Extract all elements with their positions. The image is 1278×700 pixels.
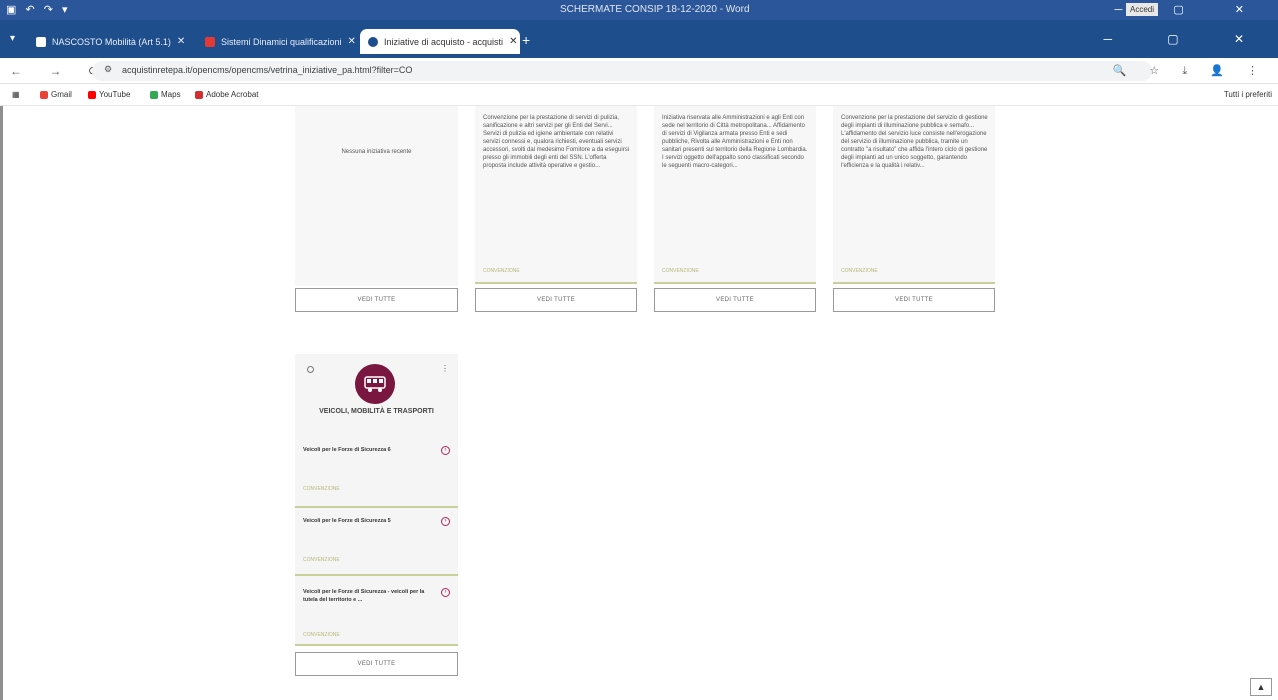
scroll-top-icon[interactable]: ▲: [1250, 678, 1272, 696]
vedi-tutte-button[interactable]: VEDI TUTTE: [295, 288, 458, 312]
card-type-link[interactable]: CONVENZIONE: [662, 268, 699, 274]
chevron-right-icon[interactable]: ›: [441, 446, 450, 455]
tab-label: Sistemi Dinamici qualificazioni: [221, 36, 342, 47]
initiative-card[interactable]: Convenzione per la prestazione del servi…: [833, 106, 995, 284]
browser-window-controls[interactable]: ─ ▢ ✕: [1103, 32, 1270, 46]
initiative-card-empty: Nessuna iniziativa recente: [295, 106, 458, 286]
card-description: Iniziativa riservata alle Amministrazion…: [662, 115, 808, 169]
item-type-link[interactable]: CONVENZIONE: [303, 632, 340, 638]
bookmark-gmail[interactable]: Gmail: [40, 90, 72, 99]
bus-icon-svg: [364, 376, 386, 392]
card-divider: [654, 282, 816, 284]
tab-search-icon[interactable]: ▾: [10, 33, 15, 44]
vedi-tutte-button[interactable]: VEDI TUTTE: [654, 288, 816, 312]
card-divider: [475, 282, 637, 284]
toolbar-icons[interactable]: 🔍 ☆ ⤓ 👤 ⋮: [1113, 64, 1268, 78]
item-type-link[interactable]: CONVENZIONE: [303, 486, 340, 492]
initiative-card[interactable]: Iniziativa riservata alle Amministrazion…: [654, 106, 816, 284]
word-title-bar: ▣ ↶ ↷ ▾ SCHERMATE CONSIP 18-12-2020 - Wo…: [0, 0, 1278, 20]
category-card-veicoli: ⋮ VEICOLI, MOBILITÀ E TRASPORTI Veicoli …: [295, 354, 458, 644]
bookmark-maps[interactable]: Maps: [150, 90, 181, 99]
initiative-card[interactable]: Convenzione per la prestazione di serviz…: [475, 106, 637, 284]
tab-favicon-icon: [368, 36, 378, 47]
card-type-link[interactable]: CONVENZIONE: [483, 268, 520, 274]
vedi-tutte-button[interactable]: VEDI TUTTE: [295, 652, 458, 676]
bookmark-acrobat[interactable]: Adobe Acrobat: [195, 90, 258, 99]
vedi-tutte-button[interactable]: VEDI TUTTE: [475, 288, 637, 312]
tab-iniziative-acquisto[interactable]: Iniziative di acquisto - acquisti ✕: [360, 29, 520, 54]
category-title: VEICOLI, MOBILITÀ E TRASPORTI: [319, 408, 434, 415]
word-window-controls[interactable]: ─ ▢ ✕: [1114, 3, 1268, 16]
quick-access-icons[interactable]: ▣ ↶ ↷ ▾: [6, 3, 71, 16]
apps-icon[interactable]: ▦: [12, 90, 20, 99]
maps-icon: [150, 90, 158, 99]
site-info-icon[interactable]: ⚙: [104, 64, 112, 75]
item-title: Veicoli per le Forze di Sicurezza 6: [303, 447, 391, 453]
category-item[interactable]: Veicoli per le Forze di Sicurezza 6 › CO…: [303, 446, 450, 496]
favorite-toggle-icon[interactable]: [307, 366, 314, 373]
tab-favicon-icon: [205, 36, 215, 47]
close-icon[interactable]: ✕: [348, 36, 356, 47]
tab-mobilita[interactable]: NASCOSTO Mobilità (Art 5.1) ✕: [28, 29, 193, 54]
tab-sistemi-dinamici[interactable]: Sistemi Dinamici qualificazioni ✕: [197, 29, 357, 54]
close-icon[interactable]: ✕: [177, 36, 185, 47]
all-bookmarks[interactable]: Tutti i preferiti: [1224, 90, 1272, 99]
card-description: Convenzione per la prestazione di serviz…: [483, 115, 630, 169]
card-divider: [833, 282, 995, 284]
item-title: Veicoli per le Forze di Sicurezza - veic…: [303, 589, 425, 603]
url-text[interactable]: acquistinretepa.it/opencms/opencms/vetri…: [122, 65, 412, 75]
bus-icon: [355, 364, 395, 404]
browser-tab-strip: ▾ NASCOSTO Mobilità (Art 5.1) ✕ Sistemi …: [0, 20, 1278, 58]
chevron-right-icon[interactable]: ›: [441, 588, 450, 597]
bookmarks-bar: ▦ Gmail YouTube Maps Adobe Acrobat Tutti…: [0, 84, 1278, 106]
no-initiative-text: Nessuna iniziativa recente: [341, 149, 412, 155]
tab-label: NASCOSTO Mobilità (Art 5.1): [52, 36, 171, 47]
vedi-tutte-button[interactable]: VEDI TUTTE: [833, 288, 995, 312]
category-item[interactable]: Veicoli per le Forze di Sicurezza 5 › CO…: [303, 517, 450, 567]
page-content: Nessuna iniziativa recente VEDI TUTTE Co…: [0, 106, 1278, 700]
item-divider: [295, 644, 458, 646]
tab-favicon-icon: [36, 36, 46, 47]
chevron-right-icon[interactable]: ›: [441, 517, 450, 526]
card-description: Convenzione per la prestazione del servi…: [841, 115, 988, 169]
new-tab-button[interactable]: +: [522, 32, 530, 48]
item-type-link[interactable]: CONVENZIONE: [303, 557, 340, 563]
acrobat-icon: [195, 90, 203, 99]
tab-label: Iniziative di acquisto - acquisti: [384, 36, 504, 47]
item-title: Veicoli per le Forze di Sicurezza 5: [303, 518, 391, 524]
bookmark-youtube[interactable]: YouTube: [88, 90, 130, 99]
address-bar: ← → ⟳ ⚙ acquistinretepa.it/opencms/openc…: [0, 58, 1278, 84]
close-icon[interactable]: ✕: [509, 36, 517, 47]
more-options-icon[interactable]: ⋮: [441, 364, 449, 373]
word-window-title: SCHERMATE CONSIP 18-12-2020 - Word: [560, 4, 750, 15]
category-item[interactable]: Veicoli per le Forze di Sicurezza - veic…: [303, 588, 450, 638]
item-divider: [295, 574, 458, 576]
window-edge: [0, 106, 3, 700]
card-type-link[interactable]: CONVENZIONE: [841, 268, 878, 274]
gmail-icon: [40, 90, 48, 99]
item-divider: [295, 506, 458, 508]
youtube-icon: [88, 90, 96, 99]
